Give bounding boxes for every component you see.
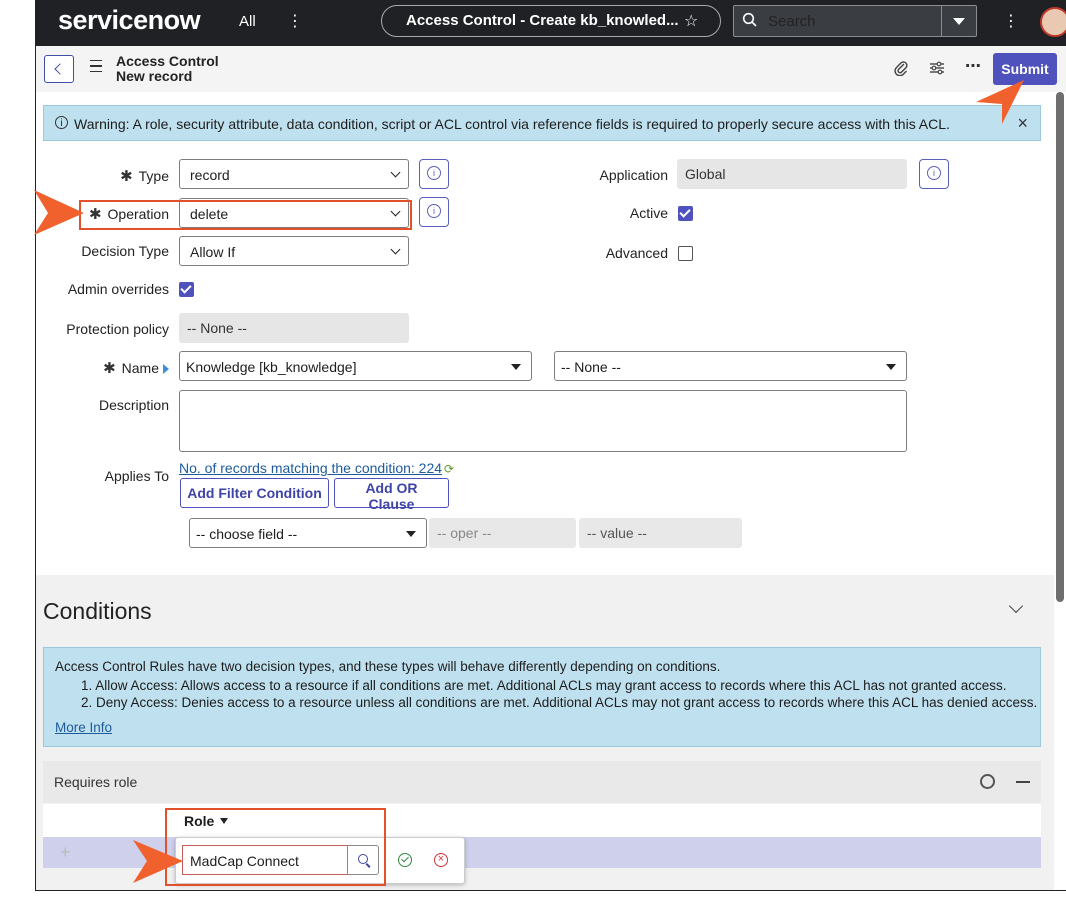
dropdown-icon xyxy=(406,531,416,537)
conditions-intro: Access Control Rules have two decision t… xyxy=(55,659,721,674)
more-info-link[interactable]: More Info xyxy=(55,720,112,735)
required-icon: ✱ xyxy=(103,360,116,377)
gear-icon[interactable] xyxy=(980,774,995,789)
add-filter-condition-button[interactable]: Add Filter Condition xyxy=(180,478,329,508)
applies-to-label: Applies To xyxy=(104,468,169,484)
records-count-link[interactable]: No. of records matching the condition: 2… xyxy=(179,460,454,476)
required-icon: ✱ xyxy=(120,168,133,185)
application-info-button[interactable] xyxy=(919,159,949,189)
attachment-icon[interactable] xyxy=(894,60,908,76)
chevron-down-icon xyxy=(390,244,401,255)
description-label: Description xyxy=(98,397,169,413)
decision-type-label: Decision Type xyxy=(81,243,169,259)
application-label: Application xyxy=(599,167,669,183)
search-label: Search xyxy=(768,13,816,30)
servicenow-logo[interactable]: servicenow xyxy=(58,5,201,36)
type-select[interactable]: record xyxy=(179,159,409,189)
form-header: Access Control New record ⋯ Submit xyxy=(36,46,1066,92)
application-field: Global xyxy=(677,159,907,189)
admin-overrides-checkbox[interactable] xyxy=(179,282,194,297)
scrollbar[interactable] xyxy=(1056,92,1064,602)
protection-policy-field: -- None -- xyxy=(179,313,409,343)
choose-field-select[interactable]: -- choose field -- xyxy=(189,518,427,548)
dropdown-icon xyxy=(886,364,896,370)
oper-field: -- oper -- xyxy=(429,518,576,548)
conditions-info-box: Access Control Rules have two decision t… xyxy=(43,647,1041,747)
overflow-menu-icon[interactable]: ⋮ xyxy=(1003,11,1019,31)
decision-type-select[interactable]: Allow If xyxy=(179,236,409,266)
active-checkbox[interactable] xyxy=(678,206,693,221)
record-title-pill[interactable]: Access Control - Create kb_knowled... ☆ xyxy=(381,5,721,37)
expand-icon[interactable] xyxy=(163,364,169,374)
cancel-icon[interactable]: × xyxy=(434,853,448,867)
field-name-select[interactable]: -- None -- xyxy=(554,351,907,381)
search-scope-dropdown[interactable] xyxy=(941,6,976,36)
global-search[interactable]: Search xyxy=(733,5,977,37)
operation-info-button[interactable] xyxy=(419,197,449,227)
avatar[interactable] xyxy=(1040,7,1066,37)
record-title: Access Control - Create kb_knowled... xyxy=(406,12,679,29)
favorite-star-icon[interactable]: ☆ xyxy=(684,11,698,31)
more-menu-icon[interactable]: ⋮ xyxy=(287,11,303,31)
refresh-icon[interactable]: ⟳ xyxy=(444,462,454,476)
active-label: Active xyxy=(629,205,668,221)
submit-pointer-arrow xyxy=(976,80,1024,124)
description-textarea[interactable] xyxy=(179,390,907,452)
requires-role-header: Requires role xyxy=(43,761,1041,803)
deny-access-item: 2. Deny Access: Denies access to a resou… xyxy=(81,695,1038,710)
allow-access-item: 1. Allow Access: Allows access to a reso… xyxy=(81,678,1007,693)
back-button[interactable] xyxy=(44,55,74,83)
form-title-line1: Access Control xyxy=(116,53,219,69)
all-menu[interactable]: All xyxy=(239,13,256,30)
more-actions-icon[interactable]: ⋯ xyxy=(965,56,981,76)
requires-role-title: Requires role xyxy=(54,774,138,790)
info-icon: i xyxy=(55,116,68,129)
dropdown-icon xyxy=(511,364,521,370)
warning-text: Warning: A role, security attribute, dat… xyxy=(74,116,950,132)
form-title-line2: New record xyxy=(116,68,193,84)
type-label: ✱ Type xyxy=(120,168,169,185)
operation-highlight xyxy=(79,200,412,230)
personalize-icon[interactable] xyxy=(929,61,945,75)
name-label: ✱ Name xyxy=(76,359,169,377)
role-highlight xyxy=(165,808,386,886)
save-icon[interactable] xyxy=(398,853,412,867)
type-info-button[interactable] xyxy=(419,159,449,189)
role-pointer-arrow xyxy=(133,840,183,883)
conditions-title: Conditions xyxy=(43,598,152,624)
protection-policy-label: Protection policy xyxy=(66,321,169,337)
form-title: Access Control New record xyxy=(116,54,219,84)
admin-overrides-label: Admin overrides xyxy=(67,281,169,297)
chevron-down-icon xyxy=(390,167,401,178)
operation-pointer-arrow xyxy=(34,190,84,235)
add-row-icon[interactable]: + xyxy=(60,842,71,863)
advanced-label: Advanced xyxy=(605,245,668,261)
search-icon xyxy=(742,12,757,27)
form-menu-icon[interactable] xyxy=(90,60,102,72)
app-window: servicenow All ⋮ Access Control - Create… xyxy=(35,0,1066,891)
add-or-clause-button[interactable]: Add OR Clause xyxy=(334,478,449,512)
top-nav: servicenow All ⋮ Access Control - Create… xyxy=(36,0,1066,46)
table-name-select[interactable]: Knowledge [kb_knowledge] xyxy=(179,351,532,381)
advanced-checkbox[interactable] xyxy=(678,246,693,261)
collapse-icon[interactable] xyxy=(1016,781,1030,783)
value-field: -- value -- xyxy=(579,518,742,548)
warning-banner: i Warning: A role, security attribute, d… xyxy=(43,105,1041,141)
